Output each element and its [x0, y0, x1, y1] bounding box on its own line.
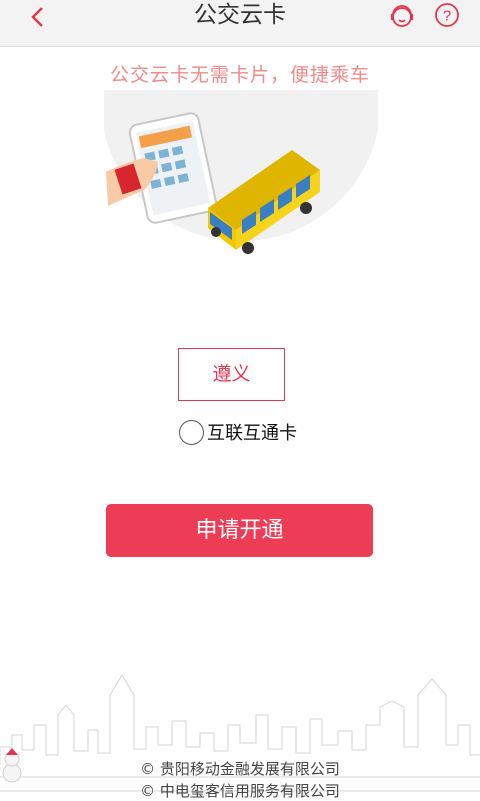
top-bar: 公交云卡 ? [0, 0, 480, 47]
interconnect-card-option[interactable]: 互联互通卡 [179, 418, 297, 446]
svg-text:?: ? [443, 8, 451, 25]
copyright-line-1: © 贵阳移动金融发展有限公司 [140, 760, 340, 778]
bus-card-illustration [104, 90, 378, 254]
option-label: 互联互通卡 [207, 423, 297, 444]
copyright-line-2: © 中电玺客信用服务有限公司 [140, 782, 340, 800]
customer-service-icon[interactable] [388, 2, 416, 30]
radio-button[interactable] [179, 419, 204, 445]
city-select-button[interactable]: 遵义 [178, 348, 285, 401]
help-icon[interactable]: ? [433, 1, 461, 29]
tagline: 公交云卡无需卡片，便捷乘车 [109, 64, 370, 86]
apply-button[interactable]: 申请开通 [106, 504, 373, 557]
